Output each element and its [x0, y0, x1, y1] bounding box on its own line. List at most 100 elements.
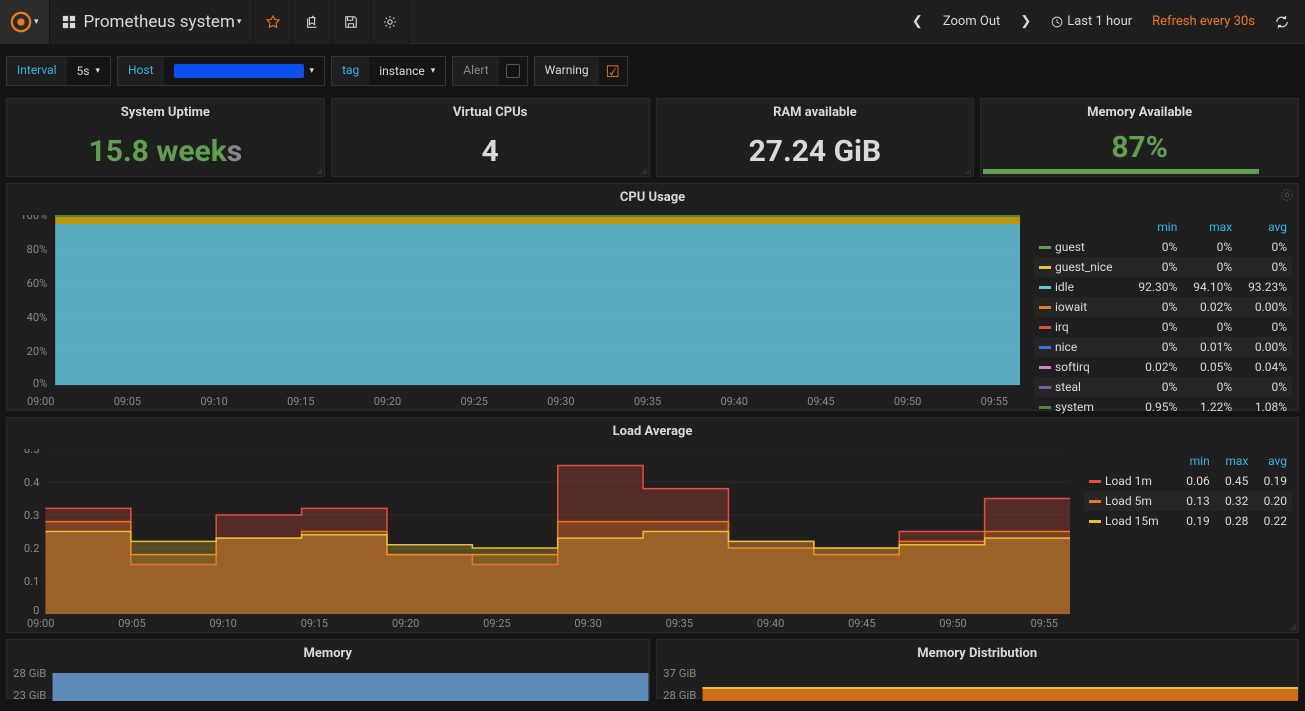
var-host-dropdown[interactable]: ▾	[164, 57, 325, 85]
legend-row[interactable]: guest_nice0%0%0%	[1034, 257, 1292, 277]
grafana-logo-menu[interactable]: ▾	[0, 0, 50, 44]
zoom-out-label: Zoom Out	[943, 14, 1000, 29]
refresh-label: Refresh every 30s	[1152, 14, 1255, 29]
panel-title: Memory	[7, 640, 649, 667]
svg-text:20%: 20%	[27, 345, 48, 358]
template-variable-bar: Interval 5s▾ Host ▾ tag instance▾ Alert …	[6, 50, 1299, 92]
star-button[interactable]	[254, 0, 293, 44]
panel-title: System Uptime	[7, 99, 324, 126]
vcpu-value: 4	[332, 126, 649, 176]
settings-button[interactable]	[371, 0, 410, 44]
svg-text:0.2: 0.2	[24, 542, 39, 555]
share-icon	[305, 15, 319, 29]
var-tag-dropdown[interactable]: instance▾	[369, 57, 445, 85]
save-icon	[344, 15, 358, 29]
time-range-picker[interactable]: Last 1 hour	[1041, 0, 1142, 44]
var-host-label[interactable]: Host	[118, 57, 164, 85]
svg-text:80%: 80%	[27, 243, 48, 256]
gear-icon	[383, 15, 397, 29]
load-legend: minmaxavgLoad 1m0.060.450.19Load 5m0.130…	[1078, 445, 1298, 636]
panel-title: Virtual CPUs	[332, 99, 649, 126]
panel-title: RAM available	[657, 99, 974, 126]
panel-system-uptime[interactable]: System Uptime 15.8 weeks	[6, 98, 325, 177]
mem-avail-value: 87%	[981, 126, 1298, 169]
svg-text:37 GiB: 37 GiB	[663, 667, 696, 680]
refresh-icon	[1275, 15, 1289, 29]
top-navbar: ▾ Prometheus system ▾ ❮ Zoom Out ❯ Last …	[0, 0, 1305, 44]
svg-text:0%: 0%	[33, 377, 47, 390]
panel-virtual-cpus[interactable]: Virtual CPUs 4	[331, 98, 650, 177]
svg-text:23 GiB: 23 GiB	[13, 689, 46, 701]
svg-text:0.3: 0.3	[24, 509, 39, 522]
share-button[interactable]	[293, 0, 332, 44]
caret-down-icon: ▾	[34, 17, 39, 27]
var-alert-checkbox[interactable]	[499, 57, 527, 85]
redacted-host	[174, 64, 304, 78]
legend-row[interactable]: Load 5m0.130.320.20	[1084, 491, 1292, 511]
mem-avail-bar	[983, 169, 1259, 174]
svg-text:28 GiB: 28 GiB	[663, 689, 696, 701]
time-forward-button[interactable]: ❯	[1010, 0, 1041, 44]
legend-row[interactable]: system0.95%1.22%1.08%	[1034, 397, 1292, 417]
cpu-usage-chart: 100% 80% 60% 40% 20% 0%	[15, 215, 1020, 393]
legend-row[interactable]: idle92.30%94.10%93.23%	[1034, 277, 1292, 297]
legend-row[interactable]: guest0%0%0%	[1034, 237, 1292, 257]
panel-ram-available[interactable]: RAM available 27.24 GiB	[656, 98, 975, 177]
clock-icon	[1051, 16, 1063, 28]
svg-text:40%: 40%	[27, 311, 48, 324]
grafana-logo-icon	[10, 11, 32, 33]
refresh-interval-picker[interactable]: Refresh every 30s	[1142, 0, 1265, 44]
panel-title: CPU Usage	[7, 184, 1298, 211]
zoom-out-button[interactable]: Zoom Out	[933, 0, 1010, 44]
dashboard-title: Prometheus system	[84, 12, 235, 32]
svg-text:0.5: 0.5	[24, 449, 39, 456]
memory-dist-chart: 37 GiB 28 GiB	[657, 667, 1299, 701]
legend-row[interactable]: iowait0%0.02%0.00%	[1034, 297, 1292, 317]
refresh-button[interactable]	[1265, 0, 1299, 44]
dashboard-grid-icon	[62, 15, 76, 29]
var-alert-label: Alert	[453, 57, 498, 85]
panel-title: Load Average	[7, 418, 1298, 445]
x-axis-ticks: 09:0009:0509:1009:1509:2009:2509:3009:35…	[15, 615, 1070, 632]
var-warning-checkbox[interactable]: ☑	[599, 57, 627, 85]
svg-text:0.4: 0.4	[24, 476, 39, 489]
save-button[interactable]	[332, 0, 371, 44]
legend-row[interactable]: softirq0.02%0.05%0.04%	[1034, 357, 1292, 377]
cpu-legend: minmaxavgguest0%0%0%guest_nice0%0%0%idle…	[1028, 211, 1298, 443]
panel-title: Memory Available	[981, 99, 1298, 126]
x-axis-ticks: 09:0009:0509:1009:1509:2009:2509:3009:35…	[15, 393, 1020, 410]
var-interval-dropdown[interactable]: 5s▾	[67, 57, 110, 85]
var-warning-label: Warning	[535, 57, 599, 85]
svg-text:60%: 60%	[27, 277, 48, 290]
svg-text:100%: 100%	[20, 215, 47, 222]
panel-menu-icon[interactable]	[1280, 188, 1294, 202]
svg-text:0: 0	[33, 604, 39, 615]
panel-memory[interactable]: Memory 28 GiB 23 GiB	[6, 639, 650, 699]
caret-down-icon: ▾	[237, 17, 242, 27]
panel-memory-available[interactable]: Memory Available 87%	[980, 98, 1299, 177]
legend-row[interactable]: steal0%0%0%	[1034, 377, 1292, 397]
var-interval-label[interactable]: Interval	[7, 57, 67, 85]
chevron-right-icon: ❯	[1020, 14, 1031, 29]
svg-text:0.1: 0.1	[24, 575, 39, 588]
legend-row[interactable]: Load 1m0.060.450.19	[1084, 471, 1292, 491]
chevron-left-icon: ❮	[912, 14, 923, 29]
time-back-button[interactable]: ❮	[902, 0, 933, 44]
time-range-label: Last 1 hour	[1067, 14, 1132, 29]
panel-load-average[interactable]: Load Average 0.5 0.4 0.3 0.2 0.1 0 09:00…	[6, 417, 1299, 633]
dashboard-picker[interactable]: Prometheus system ▾	[50, 0, 255, 44]
uptime-value: 15.8 week	[89, 134, 227, 169]
legend-row[interactable]: irq0%0%0%	[1034, 317, 1292, 337]
legend-row[interactable]: nice0%0.01%0.00%	[1034, 337, 1292, 357]
panel-cpu-usage[interactable]: CPU Usage 100% 80% 60% 40% 20% 0%	[6, 183, 1299, 411]
star-icon	[266, 15, 280, 29]
svg-text:28 GiB: 28 GiB	[13, 667, 46, 680]
panel-memory-distribution[interactable]: Memory Distribution 37 GiB 28 GiB	[656, 639, 1300, 699]
load-average-chart: 0.5 0.4 0.3 0.2 0.1 0	[15, 449, 1070, 615]
legend-row[interactable]: Load 15m0.190.280.22	[1084, 511, 1292, 531]
panel-title: Memory Distribution	[657, 640, 1299, 667]
var-tag-label[interactable]: tag	[332, 57, 369, 85]
memory-chart: 28 GiB 23 GiB	[7, 667, 649, 701]
ram-value: 27.24 GiB	[657, 126, 974, 176]
checkmark-icon: ☑	[605, 62, 619, 81]
